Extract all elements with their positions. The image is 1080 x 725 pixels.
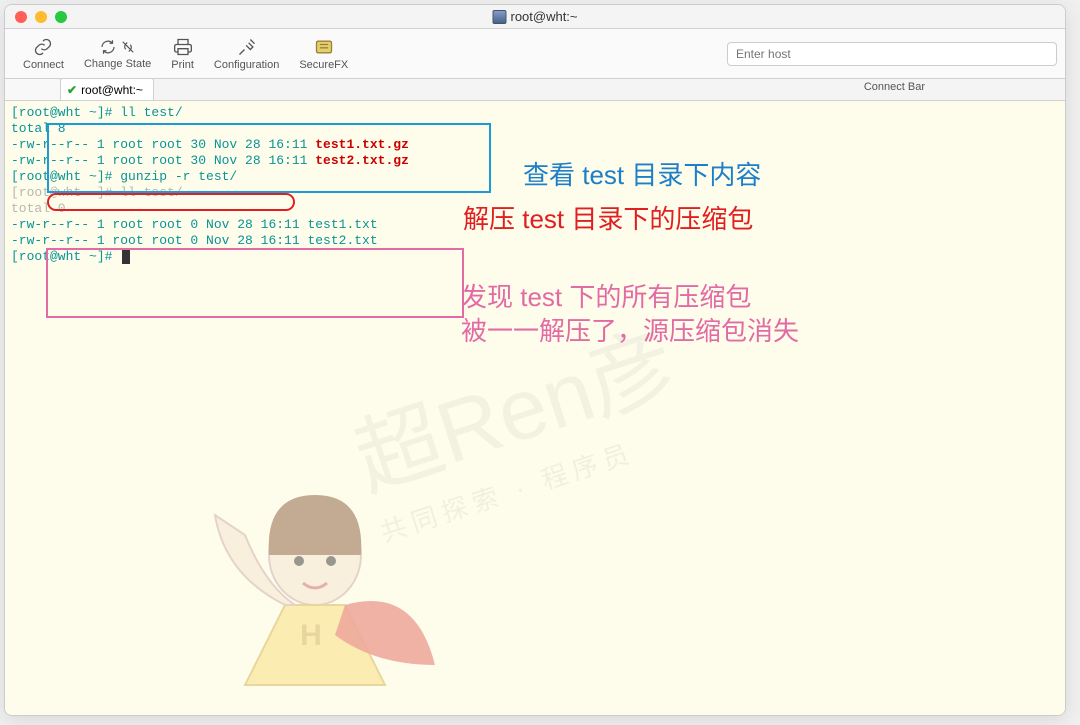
tools-icon [237,37,257,57]
close-button[interactable] [15,11,27,23]
window-controls [15,11,67,23]
session-tab[interactable]: ✔ root@wht:~ [60,78,154,100]
tab-spacer [5,79,61,100]
window-title-text: root@wht:~ [510,9,577,24]
securefx-button[interactable]: SecureFX [289,35,358,73]
titlebar: root@wht:~ [5,5,1065,29]
link-icon [33,37,53,57]
reconnect-icon [99,38,117,56]
term-line: [root@wht ~]# ll test/ [11,105,1059,121]
terminal-icon [492,10,506,24]
annotation-box-pink [46,248,464,318]
annotation-text-pink: 发现 test 下的所有压缩包 被一一解压了，源压缩包消失 [461,280,799,348]
toolbar: Connect Change State Print Configuration… [5,29,1065,79]
connect-button[interactable]: Connect [13,35,74,73]
annotation-text-blue: 查看 test 目录下内容 [523,155,761,192]
securefx-icon [314,37,334,57]
connect-bar-label: Connect Bar [734,81,925,93]
app-window: root@wht:~ Connect Change State Print Co… [4,4,1066,716]
zoom-button[interactable] [55,11,67,23]
window-title: root@wht:~ [492,9,577,24]
disconnect-icon [119,38,137,56]
annotation-box-blue [47,123,491,193]
connected-check-icon: ✔ [67,83,77,97]
configuration-button[interactable]: Configuration [204,35,289,73]
annotation-text-red: 解压 test 目录下的压缩包 [463,199,753,236]
print-button[interactable]: Print [161,35,204,73]
minimize-button[interactable] [35,11,47,23]
change-state-button[interactable]: Change State [74,36,161,72]
host-input[interactable] [727,42,1057,66]
printer-icon [173,37,193,57]
annotation-box-red [47,193,295,211]
tab-label: root@wht:~ [81,83,143,97]
